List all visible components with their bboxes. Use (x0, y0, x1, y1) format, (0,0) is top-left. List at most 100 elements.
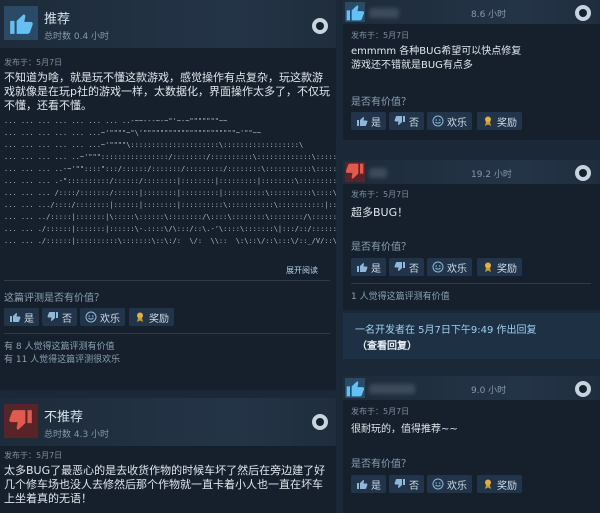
review-text: 太多BUG了最恶心的是去收货作物的时候车坏了然后在旁边建了好几个修车场也没人去修… (4, 464, 326, 505)
funny-label: 欢乐 (447, 263, 467, 275)
posted-date: 发布于：5月7日 (4, 451, 63, 460)
blurred-username (369, 168, 387, 178)
steam-icon[interactable] (312, 414, 328, 430)
developer-response-text: 一名开发者在 5月7日下午9:49 作出回复 (355, 325, 537, 336)
blurred-username (369, 384, 415, 394)
divider (351, 283, 591, 284)
award-icon (485, 262, 491, 272)
expand-review-link[interactable]: 展开阅读 (286, 265, 318, 276)
review-text: 不知道为啥，就是玩不懂这款游戏，感觉操作有点复杂，玩这款游戏就像是在玩p社的游戏… (4, 71, 330, 112)
helpful-question: 是否有价值？ (351, 242, 411, 253)
thumbs-up-icon (345, 378, 365, 398)
ascii-line: ... ... ... ... ... ...~'""""\::::::::::… (4, 141, 304, 149)
thumbs-up-icon (357, 263, 368, 272)
ascii-line: ... ... ... /::::/:::::::/::::::|:::::::… (4, 189, 336, 197)
funny-button[interactable]: 欢乐 (80, 308, 125, 326)
review-hours: 总时数 4.3 小时 (44, 430, 110, 440)
thumbs-down-icon (47, 312, 58, 321)
ascii-line: ... ... ./::::::|:::::::|::::::\-.::::\/… (4, 225, 336, 233)
smiley-icon (432, 478, 444, 490)
funny-button[interactable]: 欢乐 (427, 475, 472, 493)
thumbs-down-icon (394, 116, 405, 125)
award-button[interactable]: 奖励 (477, 475, 522, 493)
no-button[interactable]: 否 (42, 308, 77, 326)
steam-icon[interactable] (575, 165, 591, 181)
no-button[interactable]: 否 (389, 258, 424, 276)
no-label: 否 (409, 480, 419, 492)
thumbs-down-icon (345, 162, 365, 182)
posted-date: 发布于：5月7日 (4, 58, 63, 67)
award-button[interactable]: 奖励 (477, 112, 522, 130)
award-button[interactable]: 奖励 (129, 308, 174, 326)
award-label: 奖励 (149, 313, 169, 325)
no-button[interactable]: 否 (389, 475, 424, 493)
no-label: 否 (409, 117, 419, 129)
thumbs-up-icon (10, 313, 21, 322)
posted-date: 发布于：5月7日 (351, 31, 410, 40)
funny-label: 欢乐 (100, 313, 120, 325)
review-text: 超多BUG！ (351, 206, 409, 219)
no-label: 否 (62, 313, 72, 325)
divider (4, 280, 330, 281)
award-label: 奖励 (497, 117, 517, 129)
helpful-question: 是否有价值？ (351, 459, 411, 470)
developer-response[interactable]: 一名开发者在 5月7日下午9:49 作出回复 （查看回复） (343, 313, 600, 359)
helpful-count: 1 人觉得这篇评测有价值 (351, 292, 450, 302)
steam-icon[interactable] (312, 18, 328, 34)
review-card: 8.6 小时 发布于：5月7日 emmmm 各种BUG希望可以快点修复 游戏还不… (343, 0, 600, 140)
smiley-icon (432, 115, 444, 127)
ascii-line: ... ... ./::::::|::::::::::\:::::::\::\:… (4, 237, 336, 245)
steam-icon[interactable] (575, 381, 591, 397)
review-text: 很耐玩的，值得推荐~~ (351, 424, 458, 435)
helpful-question: 是否有价值？ (351, 97, 411, 108)
review-card: 推荐 总时数 0.4 小时 发布于：5月7日 不知道为啥，就是玩不懂这款游戏，感… (0, 0, 336, 390)
award-button[interactable]: 奖励 (477, 258, 522, 276)
no-button[interactable]: 否 (389, 112, 424, 130)
award-icon (485, 479, 491, 489)
funny-count: 有 11 人觉得这篇评测很欢乐 (4, 355, 121, 365)
review-hours: 9.0 小时 (471, 386, 507, 396)
blurred-username (369, 8, 399, 18)
yes-button[interactable]: 是 (351, 258, 386, 276)
review-verdict: 推荐 (44, 12, 71, 27)
helpful-count: 有 8 人觉得这篇评测有价值 (4, 342, 115, 352)
yes-button[interactable]: 是 (351, 475, 386, 493)
thumbs-up-icon (4, 6, 38, 40)
ascii-line: ... ... ... ... ..~'"""::::::::::::::::/… (4, 153, 336, 161)
ascii-line: ... ... ... ... ... ...~'""""~"\'"""""""… (4, 129, 262, 137)
yes-button[interactable]: 是 (4, 308, 39, 326)
funny-button[interactable]: 欢乐 (427, 112, 472, 130)
ascii-line: ... ... .../::::/::::::::|::::::|:::::::… (4, 201, 336, 209)
no-label: 否 (409, 263, 419, 275)
view-response-link[interactable]: （查看回复） (357, 337, 417, 352)
review-hours: 8.6 小时 (471, 10, 507, 20)
review-hours: 总时数 0.4 小时 (44, 32, 110, 42)
yes-label: 是 (371, 480, 381, 492)
funny-button[interactable]: 欢乐 (427, 258, 472, 276)
ascii-line: ... ... ../:::::|:::::::|\:::::\::::::\:… (4, 213, 336, 221)
thumbs-up-icon (357, 117, 368, 126)
divider (4, 333, 330, 334)
yes-label: 是 (371, 263, 381, 275)
ascii-line: ... ... ... ... ... ... ... ..-~~---~-~"… (4, 117, 228, 125)
thumbs-down-icon (394, 479, 405, 488)
award-icon (137, 312, 143, 322)
review-card: 9.0 小时 发布于：5月7日 很耐玩的，值得推荐~~ 是否有价值？ 是 否 欢… (343, 376, 600, 513)
award-label: 奖励 (497, 480, 517, 492)
steam-icon[interactable] (575, 5, 591, 21)
right-column: 8.6 小时 发布于：5月7日 emmmm 各种BUG希望可以快点修复 游戏还不… (343, 0, 600, 513)
ascii-line: ... ... ... ..-~'""::::":::/::::::/:::::… (4, 165, 336, 173)
funny-label: 欢乐 (447, 480, 467, 492)
posted-date: 发布于：5月7日 (351, 190, 410, 199)
award-label: 奖励 (497, 263, 517, 275)
ascii-line: ... ... ... .-"::::::::::/::::::/:::::::… (4, 177, 336, 185)
posted-date: 发布于：5月7日 (351, 407, 410, 416)
thumbs-down-icon (4, 404, 38, 438)
yes-button[interactable]: 是 (351, 112, 386, 130)
review-hours: 19.2 小时 (471, 170, 512, 180)
award-icon (485, 116, 491, 126)
helpful-question: 这篇评测是否有价值？ (4, 293, 104, 304)
review-card: 19.2 小时 发布于：5月7日 超多BUG！ 是否有价值？ 是 否 欢乐 奖励… (343, 160, 600, 310)
thumbs-up-icon (357, 480, 368, 489)
review-verdict: 不推荐 (44, 410, 84, 425)
